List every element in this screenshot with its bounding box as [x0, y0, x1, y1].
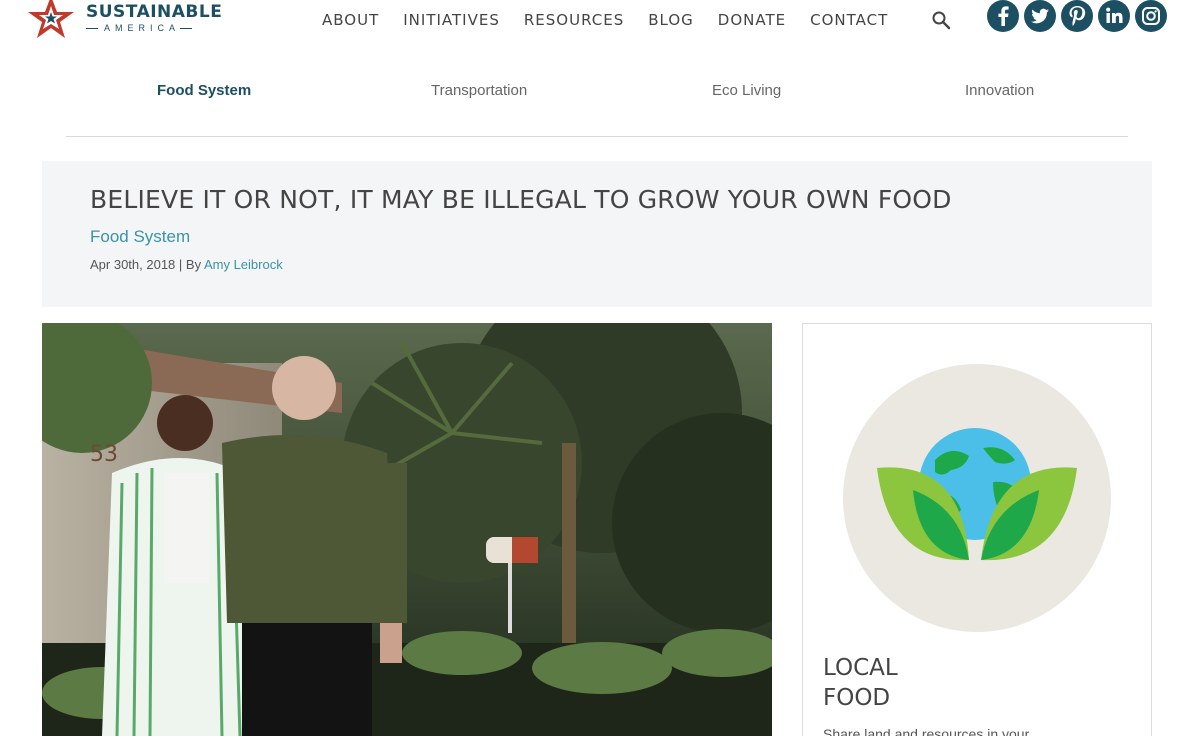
- instagram-icon[interactable]: [1135, 0, 1167, 32]
- article-byline: Apr 30th, 2018 | By Amy Leibrock: [90, 257, 283, 272]
- logo-subtitle: AMERICA: [104, 23, 181, 33]
- local-food-card[interactable]: LOCAL FOOD Share land and resources in y…: [802, 323, 1152, 736]
- article-hero-photo: 53: [42, 323, 772, 736]
- article-date: Apr 30th, 2018: [90, 257, 176, 272]
- card-description: Share land and resources in your: [823, 726, 1030, 736]
- main-nav: ABOUT INITIATIVES RESOURCES BLOG DONATE …: [322, 11, 912, 29]
- pinterest-icon[interactable]: [1061, 0, 1093, 32]
- category-tabs: Food System Transportation Eco Living In…: [66, 82, 1128, 102]
- card-title: LOCAL FOOD: [823, 655, 898, 711]
- logo-wordmark: SUSTAINABLE: [86, 2, 223, 22]
- article-category-link[interactable]: Food System: [90, 227, 190, 247]
- nav-donate[interactable]: DONATE: [718, 11, 786, 29]
- article-title: BELIEVE IT OR NOT, IT MAY BE ILLEGAL TO …: [90, 185, 952, 214]
- linkedin-icon[interactable]: [1098, 0, 1130, 32]
- tab-innovation[interactable]: Innovation: [965, 82, 1034, 99]
- search-icon[interactable]: [931, 10, 951, 30]
- globe-leaves-icon: [877, 428, 1077, 561]
- byline-separator: | By: [175, 257, 204, 272]
- tab-transportation[interactable]: Transportation: [431, 82, 527, 99]
- couple-garden-photo: 53: [42, 323, 772, 736]
- star-logo-icon: [28, 0, 74, 38]
- article-header: BELIEVE IT OR NOT, IT MAY BE ILLEGAL TO …: [42, 161, 1152, 307]
- nav-about[interactable]: ABOUT: [322, 11, 379, 29]
- nav-blog[interactable]: BLOG: [648, 11, 694, 29]
- nav-initiatives[interactable]: INITIATIVES: [403, 11, 500, 29]
- twitter-icon[interactable]: [1024, 0, 1056, 32]
- nav-contact[interactable]: CONTACT: [810, 11, 888, 29]
- house-number: 53: [90, 442, 118, 467]
- site-header: SUSTAINABLE AMERICA ABOUT INITIATIVES RE…: [0, 0, 1183, 40]
- social-links: [987, 0, 1172, 32]
- site-logo[interactable]: SUSTAINABLE AMERICA: [26, 0, 222, 40]
- facebook-icon[interactable]: [987, 0, 1019, 32]
- tab-eco-living[interactable]: Eco Living: [712, 82, 781, 99]
- author-link[interactable]: Amy Leibrock: [204, 257, 283, 272]
- nav-resources[interactable]: RESOURCES: [524, 11, 624, 29]
- tab-food-system[interactable]: Food System: [157, 82, 251, 99]
- local-food-badge: [843, 364, 1111, 632]
- tabs-divider: [66, 136, 1128, 137]
